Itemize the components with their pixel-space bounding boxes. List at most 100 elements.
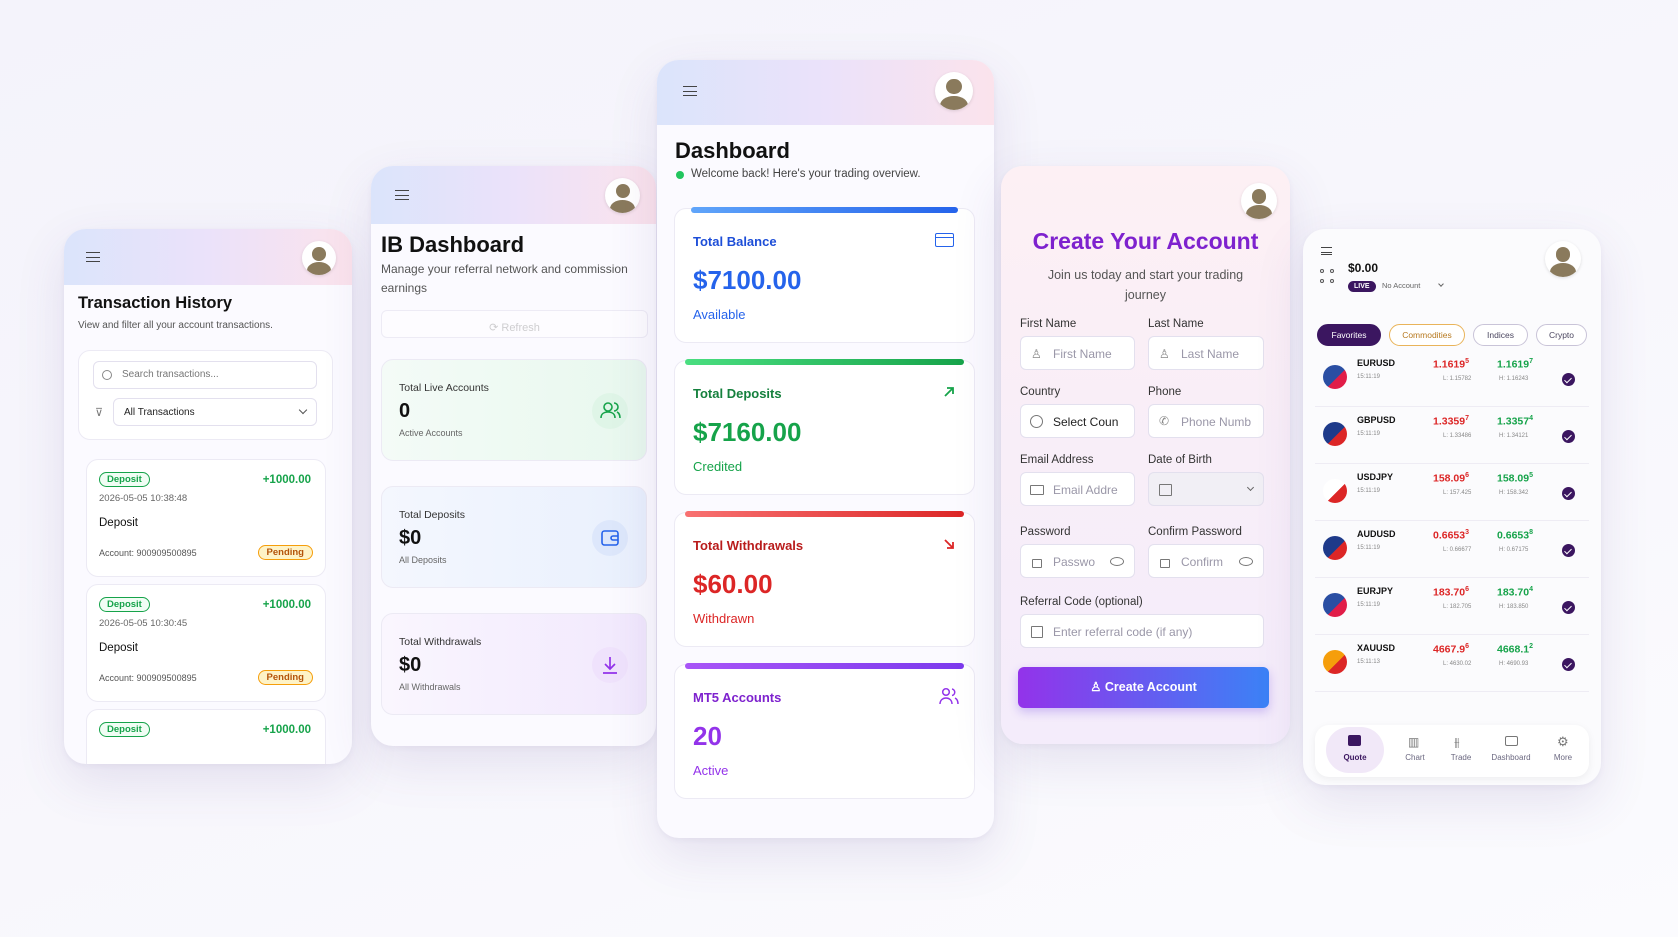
menu-icon[interactable] [683, 86, 697, 96]
card-sub: Credited [693, 459, 743, 474]
referral-input[interactable]: Enter referral code (if any) [1020, 614, 1264, 648]
confirm-password-label: Confirm Password [1148, 526, 1242, 538]
stat-label: Total Deposits [399, 509, 465, 521]
create-account-label: Create Account [1104, 680, 1197, 694]
favorite-check-icon[interactable] [1562, 373, 1575, 386]
search-input[interactable]: Search transactions... [93, 361, 317, 389]
quote-time: 15:11:19 [1357, 488, 1380, 494]
transaction-card[interactable]: Deposit +1000.00 2026-05-05 10:38:48 Dep… [86, 459, 326, 577]
tab-commodities[interactable]: Commodities [1389, 324, 1465, 346]
quote-row[interactable]: EURUSD 15:11:19 1.16195 1.16197 L: 1.15782 H:… [1315, 351, 1589, 407]
user-icon: ♙ [1090, 680, 1105, 694]
nav-more[interactable]: More [1539, 753, 1587, 762]
transaction-type-select[interactable]: All Transactions [113, 398, 317, 426]
apps-icon [1320, 269, 1334, 283]
chevron-down-icon [298, 405, 308, 415]
menu-icon[interactable] [1321, 247, 1332, 255]
eye-icon[interactable] [1239, 557, 1253, 566]
stat-label: Total Live Accounts [399, 382, 489, 394]
card-sub: Withdrawn [693, 611, 755, 626]
country-select[interactable]: Select Coun [1020, 404, 1135, 438]
avatar[interactable] [302, 241, 336, 275]
first-name-input[interactable]: ♙ First Name [1020, 336, 1135, 370]
gear-icon: ⚙ [1557, 734, 1569, 749]
search-placeholder: Search transactions... [122, 369, 219, 380]
high-price: H: 1.16243 [1499, 376, 1529, 382]
type-badge: Deposit [99, 472, 150, 487]
bid-price: 183.706 [1433, 586, 1470, 599]
nav-chart[interactable]: Chart [1391, 753, 1439, 762]
quote-time: 15:11:13 [1357, 659, 1380, 665]
quote-row[interactable]: EURJPY 15:11:19 183.706 183.704 L: 182.705 H:… [1315, 579, 1589, 635]
type-badge: Deposit [99, 722, 150, 737]
stat-value: 0 [399, 400, 411, 422]
ask-price: 4668.12 [1497, 643, 1534, 656]
refresh-button[interactable]: ⟳ Refresh [381, 310, 648, 338]
dob-label: Date of Birth [1148, 454, 1212, 466]
account-number: Account: 900909500895 [99, 673, 197, 683]
tab-crypto[interactable]: Crypto [1536, 324, 1587, 346]
menu-icon[interactable] [395, 190, 409, 200]
quote-row[interactable]: XAUUSD 15:11:13 4667.96 4668.12 L: 4630.02 H:… [1315, 636, 1589, 692]
favorite-check-icon[interactable] [1562, 487, 1575, 500]
nav-quote[interactable] [1326, 727, 1384, 773]
account-selector[interactable]: No Account [1382, 281, 1420, 290]
card-value: $7160.00 [693, 417, 802, 447]
high-price: H: 158.342 [1499, 490, 1529, 496]
accent-bar [685, 511, 964, 517]
avatar[interactable] [935, 72, 973, 110]
symbol: XAUUSD [1357, 643, 1396, 653]
phone-input[interactable]: ✆ Phone Numb [1148, 404, 1264, 438]
accent-bar [685, 663, 964, 669]
avatar[interactable] [1545, 241, 1581, 277]
mail-icon [1030, 485, 1044, 495]
quote-row[interactable]: AUDUSD 15:11:19 0.66533 0.66538 L: 0.66677 H:… [1315, 522, 1589, 578]
card-label: Total Deposits [693, 386, 782, 401]
nav-dashboard[interactable]: Dashboard [1487, 753, 1535, 762]
wallet-icon [592, 520, 628, 556]
dob-input[interactable] [1148, 472, 1264, 506]
avatar[interactable] [1241, 183, 1277, 219]
lock-icon [1160, 559, 1170, 568]
create-account-button[interactable]: ♙ Create Account [1018, 667, 1269, 708]
nav-trade[interactable]: Trade [1437, 753, 1485, 762]
card-label: Total Balance [693, 234, 777, 249]
tab-favorites[interactable]: Favorites [1317, 324, 1381, 346]
bid-price: 1.16195 [1433, 358, 1470, 371]
arrow-down-right-icon [944, 539, 954, 549]
last-name-input[interactable]: ♙ Last Name [1148, 336, 1264, 370]
avatar[interactable] [605, 178, 640, 213]
quote-row[interactable]: USDJPY 15:11:19 158.096 158.095 L: 157.425 H:… [1315, 465, 1589, 521]
last-name-placeholder: Last Name [1181, 347, 1240, 361]
favorite-check-icon[interactable] [1562, 658, 1575, 671]
transaction-card[interactable]: Deposit +1000.00 [86, 709, 326, 764]
low-price: L: 1.33486 [1443, 433, 1472, 439]
confirm-password-input[interactable]: Confirm [1148, 544, 1264, 578]
high-price: H: 0.67175 [1499, 547, 1529, 553]
eye-icon[interactable] [1110, 557, 1124, 566]
currency-flag-icon [1323, 593, 1347, 617]
bid-price: 0.66533 [1433, 529, 1470, 542]
tab-indices[interactable]: Indices [1473, 324, 1528, 346]
favorite-check-icon[interactable] [1562, 544, 1575, 557]
symbol: EURUSD [1357, 358, 1396, 368]
password-input[interactable]: Passwo [1020, 544, 1135, 578]
stat-card-deposits: Total Deposits $0 All Deposits [381, 486, 647, 588]
stat-card-withdrawals: Total Withdrawals $0 All Withdrawals [381, 613, 647, 715]
menu-icon[interactable] [86, 252, 100, 262]
page-subtitle: Manage your referral network and commiss… [381, 262, 628, 295]
symbol: EURJPY [1357, 586, 1394, 596]
quote-row[interactable]: GBPUSD 15:11:19 1.33597 1.33574 L: 1.33486 H:… [1315, 408, 1589, 464]
favorite-check-icon[interactable] [1562, 430, 1575, 443]
calendar-icon [1159, 484, 1172, 496]
date: 2026-05-05 10:30:45 [99, 618, 188, 629]
quote-time: 15:11:19 [1357, 545, 1380, 551]
transaction-card[interactable]: Deposit +1000.00 2026-05-05 10:30:45 Dep… [86, 584, 326, 702]
page-subtitle: View and filter all your account transac… [78, 320, 273, 331]
last-name-label: Last Name [1148, 318, 1204, 330]
description: Deposit [99, 642, 138, 654]
favorite-check-icon[interactable] [1562, 601, 1575, 614]
email-input[interactable]: Email Addre [1020, 472, 1135, 506]
total-balance-card: Total Balance $7100.00 Available [674, 207, 975, 343]
high-price: H: 1.34121 [1499, 433, 1529, 439]
